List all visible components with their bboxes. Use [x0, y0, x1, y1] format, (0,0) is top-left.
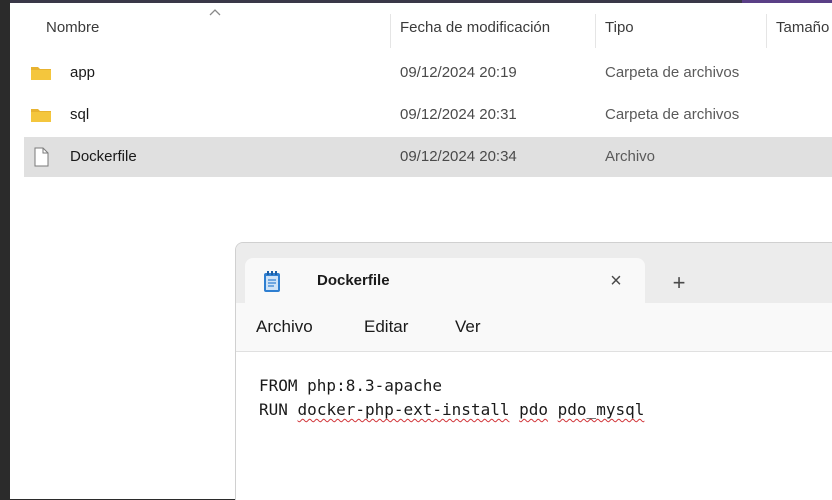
file-row-app[interactable]: app 09/12/2024 20:19 Carpeta de archivos: [24, 53, 832, 93]
notepad-icon: [264, 271, 280, 292]
column-divider[interactable]: [766, 14, 767, 48]
menu-view[interactable]: Ver: [455, 303, 481, 351]
tab-dockerfile[interactable]: Dockerfile ×: [245, 258, 645, 303]
menu-bar: Archivo Editar Ver: [236, 303, 832, 352]
column-header-modified[interactable]: Fecha de modificación: [400, 8, 550, 48]
file-row-dockerfile[interactable]: Dockerfile 09/12/2024 20:34 Archivo: [24, 137, 832, 177]
menu-edit[interactable]: Editar: [364, 303, 408, 351]
column-header-type[interactable]: Tipo: [605, 8, 634, 48]
column-divider[interactable]: [390, 14, 391, 48]
column-header-size[interactable]: Tamaño: [776, 8, 829, 48]
window-top-accent: [742, 0, 832, 3]
misspelled-word: pdo_mysql: [557, 400, 645, 419]
file-modified: 09/12/2024 20:31: [400, 106, 517, 123]
file-modified: 09/12/2024 20:34: [400, 148, 517, 165]
file-type: Carpeta de archivos: [605, 106, 740, 123]
file-name: app: [70, 64, 96, 81]
file-name: sql: [70, 106, 90, 123]
misspelled-word: docker-php-ext-install: [297, 400, 510, 419]
file-row-sql[interactable]: sql 09/12/2024 20:31 Carpeta de archivos: [24, 95, 832, 135]
column-header-row: Nombre Fecha de modificación Tipo Tamaño: [10, 8, 832, 48]
notepad-window: Dockerfile × + Archivo Editar Ver FROM p…: [235, 242, 832, 500]
file-type: Archivo: [605, 148, 656, 165]
file-type: Carpeta de archivos: [605, 64, 740, 81]
text-editor[interactable]: FROM php:8.3-apache RUN docker-php-ext-i…: [236, 352, 832, 500]
tab-title: Dockerfile: [317, 272, 390, 289]
file-modified: 09/12/2024 20:19: [400, 64, 517, 81]
new-tab-icon[interactable]: +: [664, 268, 694, 298]
menu-file[interactable]: Archivo: [256, 303, 313, 351]
column-header-name[interactable]: Nombre: [46, 8, 99, 48]
code-keyword: RUN: [259, 400, 288, 419]
tab-strip: Dockerfile × +: [236, 243, 832, 303]
sort-ascending-icon[interactable]: [208, 6, 222, 18]
close-tab-icon[interactable]: ×: [605, 270, 627, 292]
window-top-edge: [10, 0, 832, 3]
column-divider[interactable]: [595, 14, 596, 48]
misspelled-word: pdo: [519, 400, 549, 419]
code-line-1: FROM php:8.3-apache: [259, 376, 443, 395]
file-name: Dockerfile: [70, 148, 137, 165]
code-line-2: RUN docker-php-ext-install pdo pdo_mysql: [259, 398, 644, 422]
